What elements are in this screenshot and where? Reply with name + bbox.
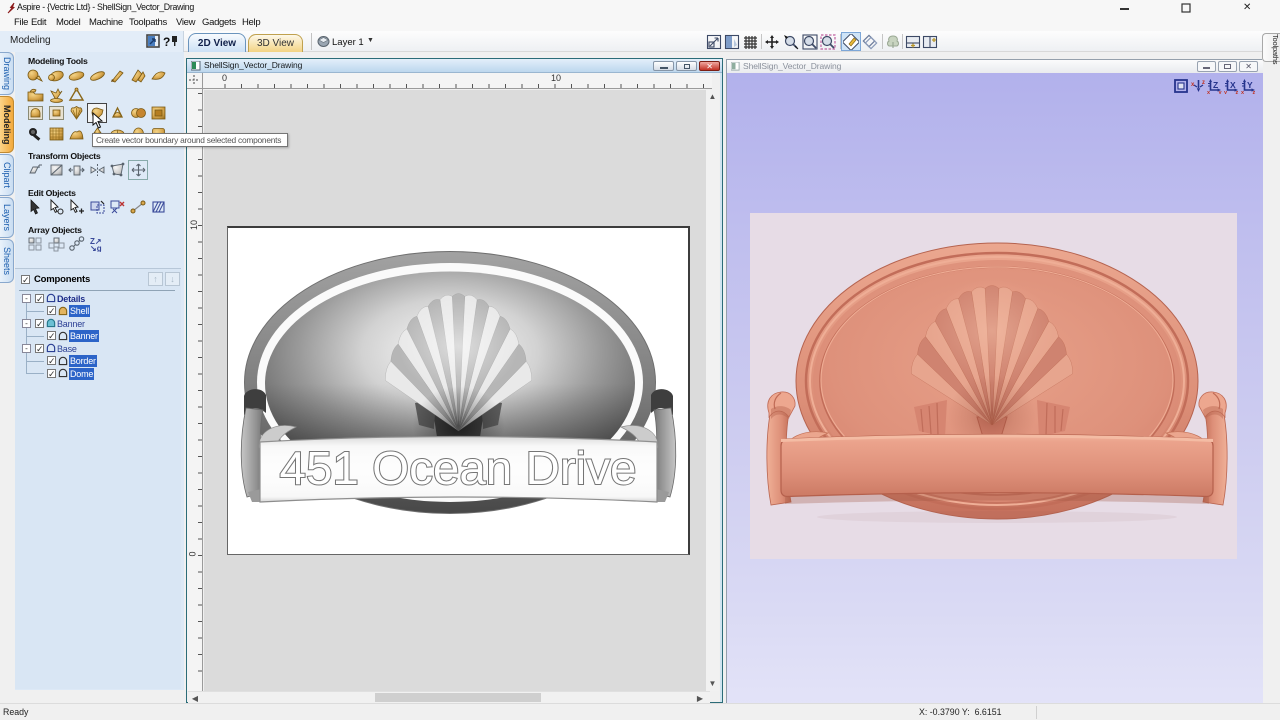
svg-text:?: ? xyxy=(163,35,170,48)
svg-text:↘g: ↘g xyxy=(90,244,102,252)
svg-text:Z: Z xyxy=(1213,80,1218,90)
svg-text:y: y xyxy=(1219,90,1223,94)
svg-text:z: z xyxy=(1236,90,1239,94)
svg-text:z: z xyxy=(1202,80,1205,86)
svg-text:Y: Y xyxy=(1247,80,1253,90)
svg-text:z: z xyxy=(1253,90,1256,94)
svg-text:X: X xyxy=(1230,80,1236,90)
svg-text:451 Ocean Drive: 451 Ocean Drive xyxy=(280,442,637,494)
